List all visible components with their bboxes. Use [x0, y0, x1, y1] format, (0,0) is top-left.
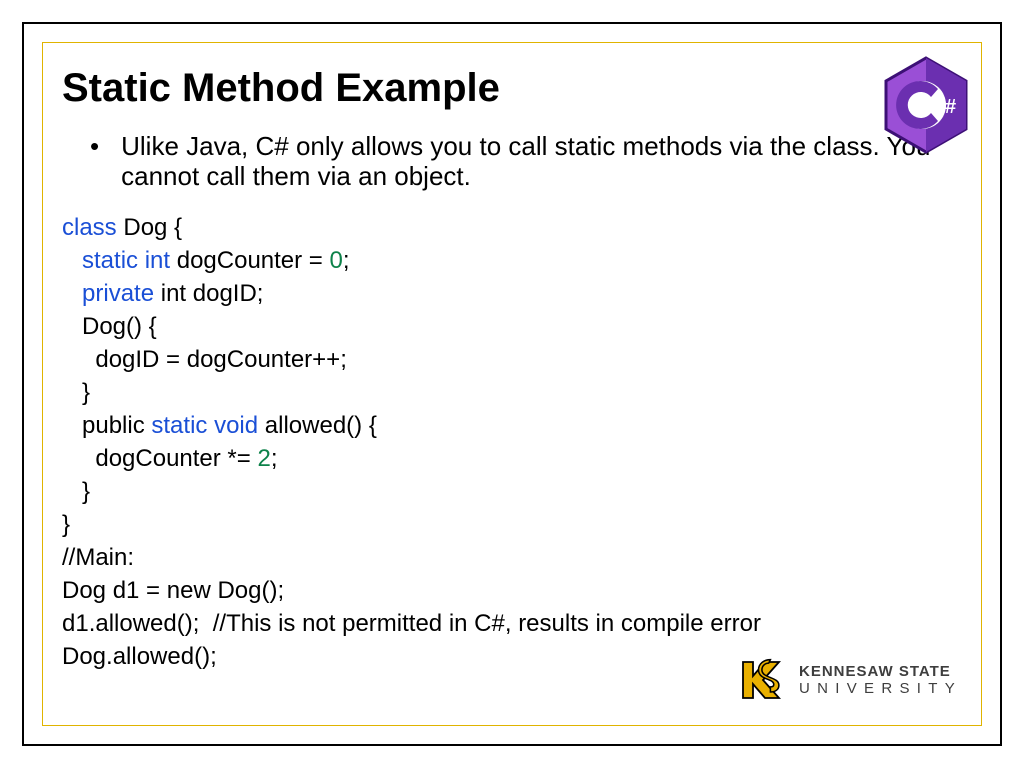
- code-line: Dog d1 = new Dog();: [62, 574, 972, 607]
- keyword-static-void: static void: [151, 412, 258, 439]
- slide-content: Static Method Example • Ulike Java, C# o…: [52, 52, 972, 716]
- code-text: Dog {: [117, 214, 182, 241]
- bullet-item: • Ulike Java, C# only allows you to call…: [90, 131, 952, 191]
- code-line: }: [62, 475, 972, 508]
- slide-title: Static Method Example: [62, 66, 972, 111]
- ksu-line1: KENNESAW STATE: [799, 664, 962, 679]
- code-line: //Main:: [62, 541, 972, 574]
- code-text: ;: [271, 445, 278, 472]
- csharp-logo-icon: #: [882, 56, 970, 154]
- ksu-text: KENNESAW STATE UNIVERSITY: [799, 664, 962, 696]
- keyword-static-int: static int: [82, 247, 170, 274]
- svg-text:#: #: [945, 96, 956, 118]
- code-line: public static void allowed() {: [62, 409, 972, 442]
- number-literal: 0: [330, 247, 343, 274]
- ksu-monogram-icon: [737, 652, 789, 708]
- ksu-logo: KENNESAW STATE UNIVERSITY: [737, 652, 962, 708]
- code-line: Dog() {: [62, 310, 972, 343]
- code-text: ;: [343, 247, 350, 274]
- code-text: dogCounter =: [170, 247, 329, 274]
- code-line: class Dog {: [62, 211, 972, 244]
- keyword-private: private: [82, 280, 154, 307]
- code-line: d1.allowed(); //This is not permitted in…: [62, 607, 972, 640]
- ksu-line2: UNIVERSITY: [799, 681, 962, 696]
- code-text: public: [62, 412, 151, 439]
- keyword-class: class: [62, 214, 117, 241]
- code-line: }: [62, 376, 972, 409]
- code-indent: [62, 280, 82, 307]
- code-line: }: [62, 508, 972, 541]
- code-line: private int dogID;: [62, 277, 972, 310]
- bullet-marker: •: [90, 131, 99, 191]
- number-literal: 2: [257, 445, 270, 472]
- code-block: class Dog { static int dogCounter = 0; p…: [62, 211, 972, 673]
- code-text: dogCounter *=: [62, 445, 257, 472]
- bullet-text: Ulike Java, C# only allows you to call s…: [121, 131, 952, 191]
- bullet-block: • Ulike Java, C# only allows you to call…: [90, 131, 952, 191]
- code-line: static int dogCounter = 0;: [62, 244, 972, 277]
- code-text: int dogID;: [154, 280, 263, 307]
- code-line: dogID = dogCounter++;: [62, 343, 972, 376]
- code-text: allowed() {: [258, 412, 377, 439]
- code-line: dogCounter *= 2;: [62, 442, 972, 475]
- outer-border: Static Method Example • Ulike Java, C# o…: [22, 22, 1002, 746]
- code-indent: [62, 247, 82, 274]
